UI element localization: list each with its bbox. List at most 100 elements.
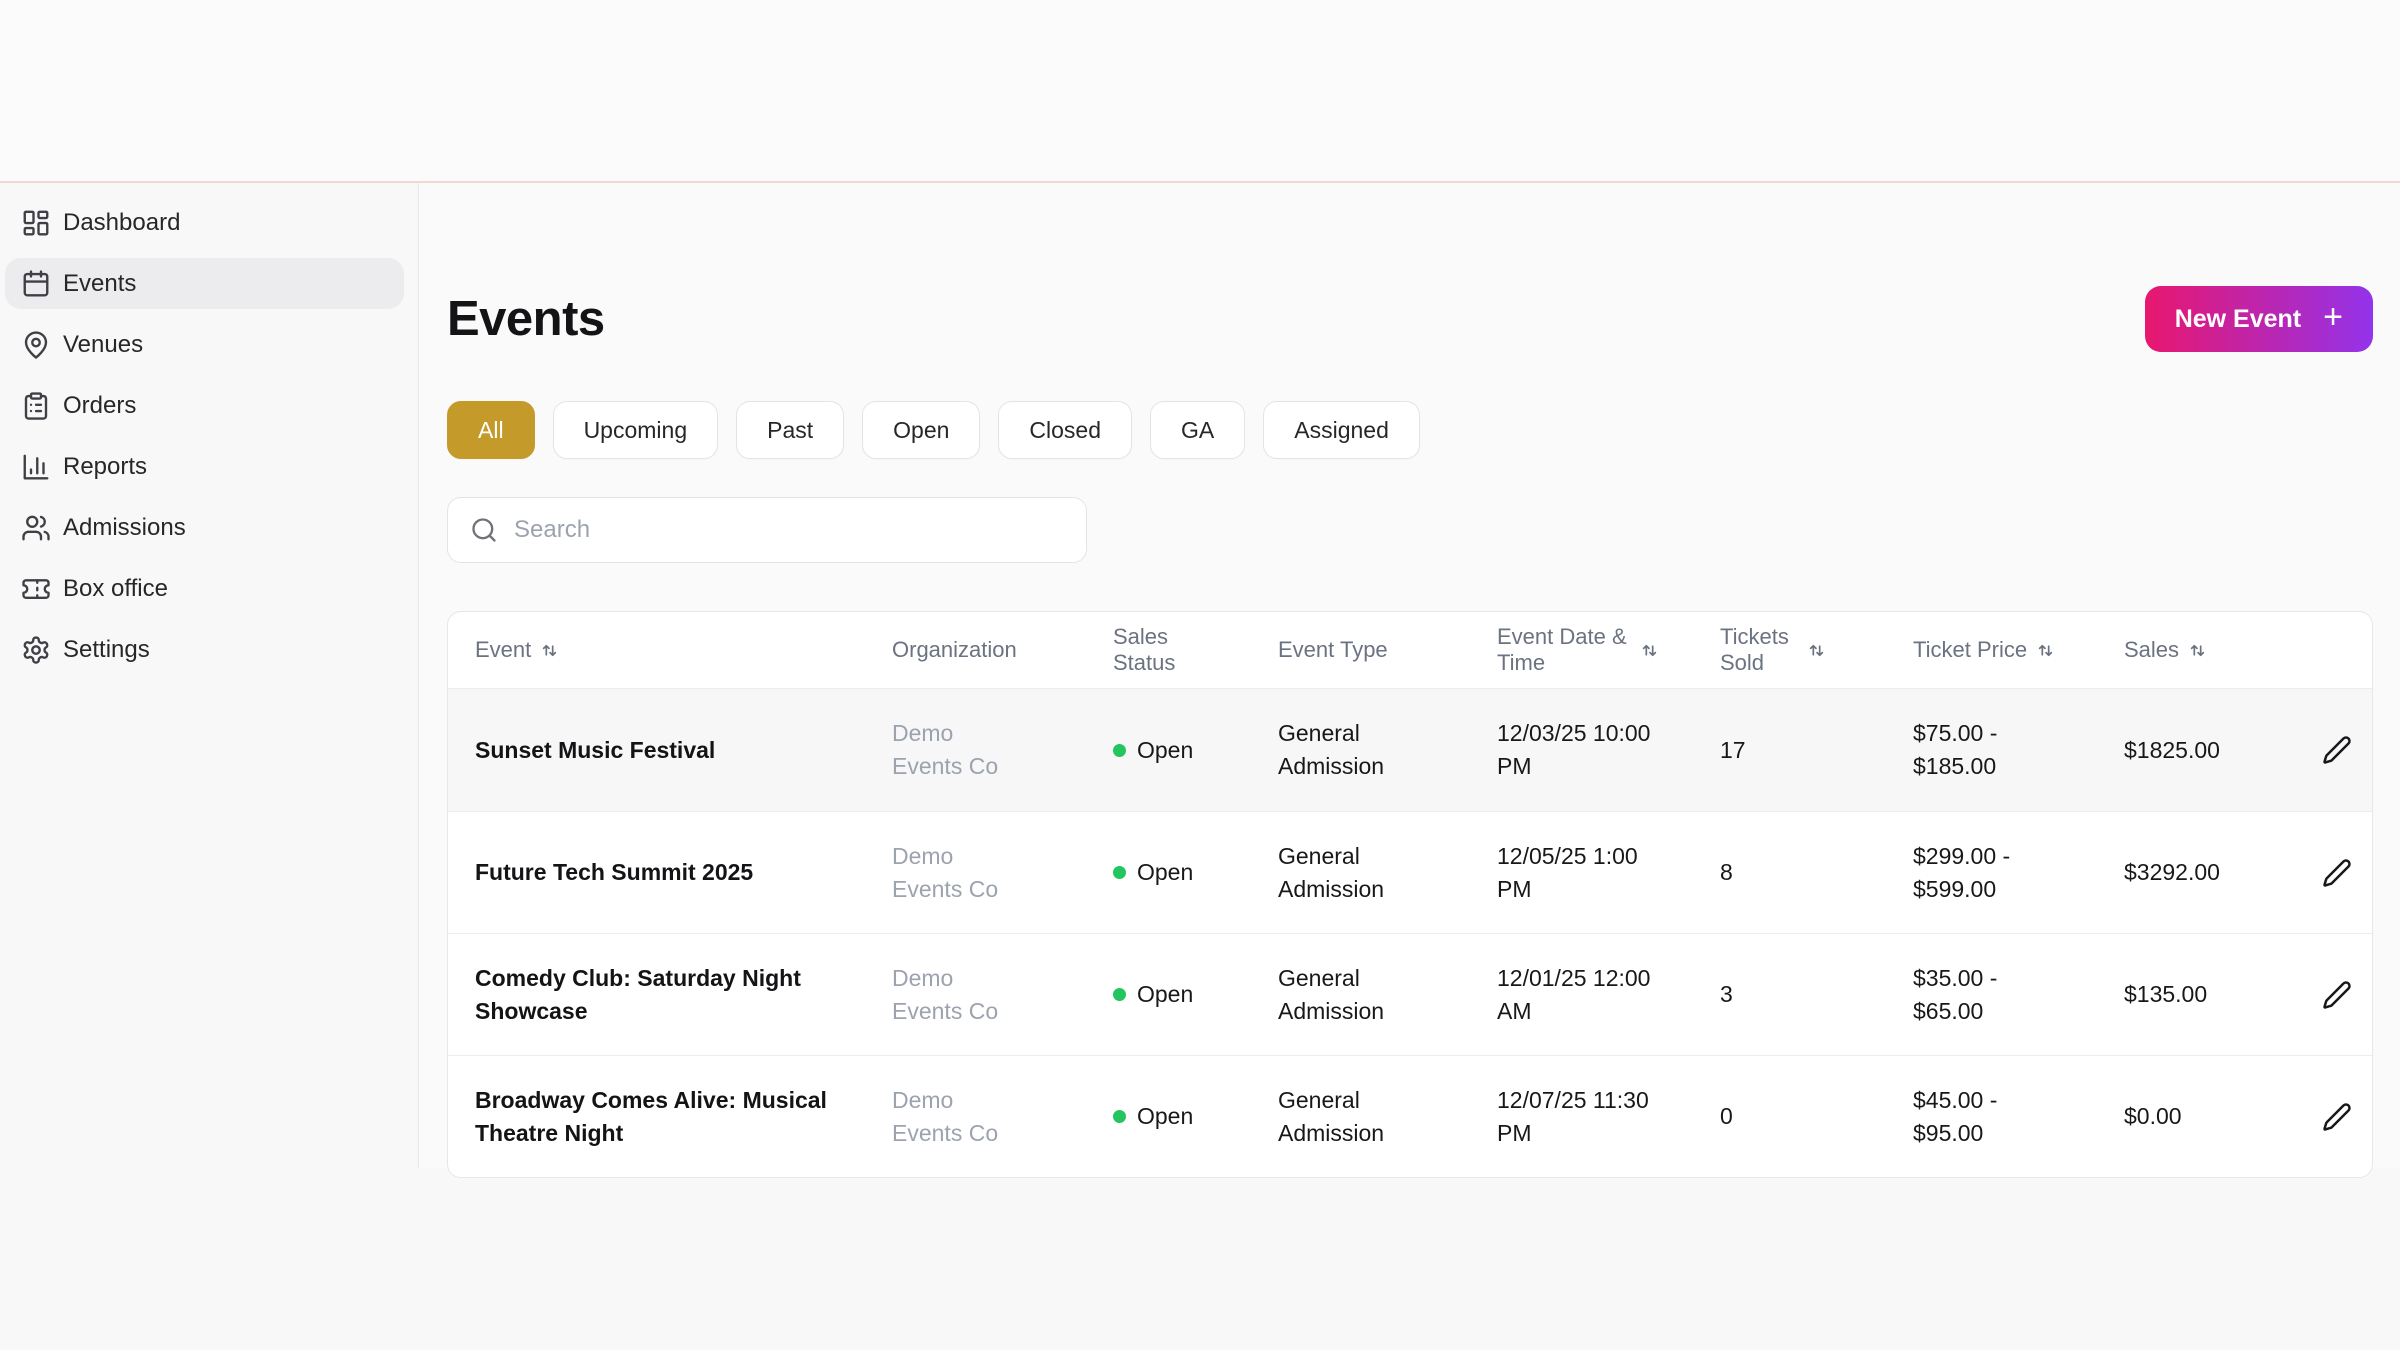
sort-icon (543, 644, 557, 656)
event-datetime: 12/01/25 12:00 AM (1497, 964, 1651, 1024)
ticket-price-cell: $299.00 - $599.00 (1913, 811, 2124, 933)
organization: Demo Events Co (892, 1086, 999, 1146)
status-dot-open (1113, 866, 1126, 879)
status-label: Open (1137, 859, 1194, 885)
event-type-cell: General Admission (1278, 933, 1497, 1055)
edit-event-button[interactable] (2318, 731, 2356, 769)
sales-status-cell: Open (1113, 689, 1278, 811)
filter-chip-open[interactable]: Open (862, 401, 981, 459)
clipboard-icon (24, 391, 48, 420)
sidebar-item-dashboard[interactable]: Dashboard (5, 197, 404, 248)
sales-status-cell: Open (1113, 933, 1278, 1055)
edit-event-button[interactable] (2318, 1098, 2356, 1136)
sales-status-cell: Open (1113, 1055, 1278, 1177)
column-header-actions (2318, 612, 2372, 689)
plus-icon: + (2323, 298, 2343, 336)
status-label: Open (1137, 1103, 1194, 1129)
table-header-row: Event Organization Sales Status Event Ty… (448, 612, 2372, 689)
sales-amount: $135.00 (2124, 981, 2208, 1007)
sidebar: Dashboard Events Venues Orders Reports A… (0, 183, 419, 1168)
filter-chip-past[interactable]: Past (736, 401, 845, 459)
table-row[interactable]: Broadway Comes Alive: Musical Theatre Ni… (448, 1055, 2372, 1177)
sidebar-item-reports[interactable]: Reports (5, 441, 404, 492)
table-row[interactable]: Comedy Club: Saturday Night Showcase Dem… (448, 933, 2372, 1055)
sidebar-item-label: Reports (63, 452, 148, 480)
status-dot-open (1113, 743, 1126, 757)
sales-status-cell: Open (1113, 811, 1278, 933)
ticket-price-cell: $35.00 - $65.00 (1913, 933, 2124, 1055)
status-dot-open (1113, 988, 1126, 1001)
tickets-sold: 3 (1720, 981, 1733, 1007)
sort-icon (2038, 644, 2053, 656)
sidebar-item-label: Settings (63, 635, 150, 663)
column-header-tickets-sold[interactable]: Tickets Sold (1720, 612, 1913, 689)
search-input[interactable] (514, 516, 1064, 544)
event-datetime: 12/07/25 11:30 PM (1497, 1086, 1649, 1146)
filter-chip-all[interactable]: All (447, 401, 535, 459)
event-datetime-cell: 12/01/25 12:00 AM (1497, 933, 1720, 1055)
table-row[interactable]: Future Tech Summit 2025 Demo Events Co O… (448, 811, 2372, 933)
sidebar-item-label: Box office (63, 574, 168, 602)
gear-icon (23, 635, 49, 664)
sidebar-item-label: Orders (63, 391, 137, 419)
event-name: Sunset Music Festival (475, 736, 716, 763)
event-name-cell: Comedy Club: Saturday Night Showcase (448, 933, 892, 1055)
edit-event-button[interactable] (2318, 976, 2356, 1014)
organization: Demo Events Co (892, 842, 999, 902)
event-name-cell: Sunset Music Festival (448, 689, 892, 811)
filter-chip-upcoming[interactable]: Upcoming (552, 401, 719, 459)
sidebar-item-box-office[interactable]: Box office (5, 563, 404, 614)
new-event-button[interactable]: New Event + (2144, 286, 2373, 352)
dashboard-grid-icon (23, 210, 49, 235)
sidebar-item-events[interactable]: Events (5, 258, 404, 309)
ticket-price-cell: $45.00 - $95.00 (1913, 1055, 2124, 1177)
filter-chip-assigned[interactable]: Assigned (1263, 401, 1420, 459)
ticket-price: $45.00 - $95.00 (1913, 1086, 1998, 1146)
status-dot-open (1113, 1110, 1126, 1123)
sidebar-item-label: Venues (63, 330, 144, 358)
sidebar-item-admissions[interactable]: Admissions (5, 502, 404, 553)
column-header-event[interactable]: Event (448, 612, 892, 689)
edit-event-button[interactable] (2318, 854, 2356, 892)
column-header-event-date-time[interactable]: Event Date & Time (1497, 612, 1720, 689)
filter-chip-label: Open (893, 416, 950, 443)
sidebar-item-settings[interactable]: Settings (5, 624, 404, 675)
column-header-label: Ticket Price (1913, 637, 2028, 662)
tickets-sold-cell: 3 (1720, 933, 1913, 1055)
event-type: General Admission (1278, 964, 1385, 1024)
organization: Demo Events Co (892, 964, 999, 1024)
filter-chip-label: Upcoming (583, 416, 688, 443)
events-table-card: Event Organization Sales Status Event Ty… (447, 611, 2373, 1178)
event-name-cell: Future Tech Summit 2025 (448, 811, 892, 933)
tickets-sold-cell: 0 (1720, 1055, 1913, 1177)
calendar-icon (23, 269, 49, 296)
column-header-label: Event Type (1278, 637, 1388, 662)
tickets-sold-cell: 8 (1720, 811, 1913, 933)
column-header-organization: Organization (892, 612, 1113, 689)
column-header-sales[interactable]: Sales (2124, 612, 2318, 689)
tickets-sold-cell: 17 (1720, 689, 1913, 811)
sort-icon (2190, 644, 2205, 656)
pencil-icon (2323, 1102, 2351, 1131)
organization-cell: Demo Events Co (892, 933, 1113, 1055)
status-label: Open (1137, 736, 1194, 763)
filter-chip-label: Past (767, 416, 814, 443)
table-row[interactable]: Sunset Music Festival Demo Events Co Ope… (448, 689, 2372, 811)
filter-chip-ga[interactable]: GA (1150, 401, 1246, 459)
actions-cell (2318, 1055, 2372, 1177)
filter-chip-closed[interactable]: Closed (998, 401, 1133, 459)
filter-chip-label: GA (1181, 416, 1215, 443)
sidebar-item-label: Dashboard (63, 208, 181, 236)
tickets-sold: 8 (1720, 859, 1733, 885)
column-header-ticket-price[interactable]: Ticket Price (1913, 612, 2124, 689)
filter-chips: All Upcoming Past Open Closed GA Assigne… (447, 401, 2373, 459)
main-content: Events New Event + All Upcoming Past Ope… (419, 183, 2400, 1178)
sidebar-item-venues[interactable]: Venues (5, 319, 404, 370)
sales-amount: $3292.00 (2124, 859, 2220, 885)
tickets-sold: 0 (1720, 1103, 1733, 1129)
column-header-label: Event (475, 637, 532, 662)
event-name: Broadway Comes Alive: Musical Theatre Ni… (475, 1086, 827, 1146)
sidebar-item-orders[interactable]: Orders (5, 380, 404, 431)
column-header-label: Tickets Sold (1720, 624, 1789, 675)
event-name: Future Tech Summit 2025 (475, 859, 754, 885)
